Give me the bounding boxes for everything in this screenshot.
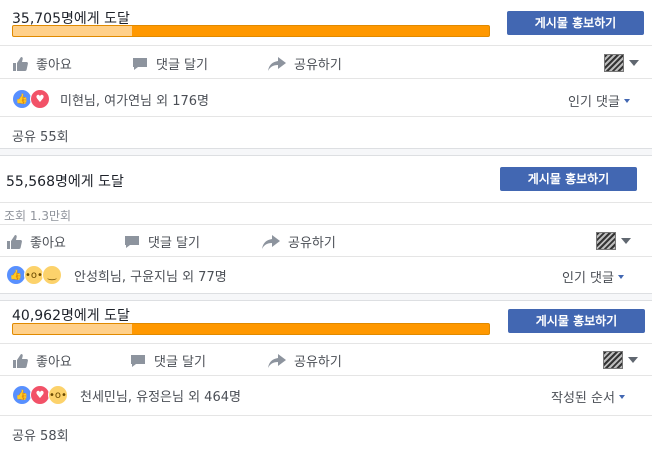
divider (0, 78, 652, 79)
comment-sort-dropdown[interactable]: 작성된 순서 (551, 387, 625, 406)
like-icon: 👍 (12, 89, 32, 109)
section-separator (0, 148, 652, 156)
reach-row: 35,705명에게 도달 게시물 홍보하기 (0, 0, 652, 40)
love-icon: ♥ (30, 385, 50, 405)
reaction-names[interactable]: 미현님, 여가연님 외 176명 (60, 90, 209, 109)
thumbs-up-icon (13, 56, 28, 71)
sort-label: 인기 댓글 (568, 95, 620, 110)
reach-count: 55,568명에게 도달 (6, 174, 124, 190)
caret-down-icon (618, 394, 625, 399)
post-actions: 좋아요 댓글 달기 공유하기 (0, 47, 652, 77)
like-label: 좋아요 (36, 58, 72, 73)
reaction-icons[interactable]: 👍 ♥ •o• (12, 385, 68, 405)
divider (0, 415, 652, 416)
reaction-icons[interactable]: 👍 ♥ (12, 89, 50, 109)
avatar (596, 232, 616, 250)
divider (0, 375, 652, 376)
page-avatar-selector[interactable] (603, 351, 638, 369)
post-card-3: 40,962명에게 도달 게시물 홍보하기 좋아요 댓글 달기 공유하기 👍 ♥… (0, 301, 652, 451)
comment-sort-dropdown[interactable]: 인기 댓글 (568, 91, 630, 110)
reach-progress-bar (12, 25, 490, 37)
like-label: 좋아요 (36, 355, 72, 370)
share-arrow-icon (262, 234, 280, 249)
like-button[interactable]: 좋아요 (6, 232, 66, 251)
comment-icon (131, 354, 145, 367)
post-actions: 좋아요 댓글 달기 공유하기 (0, 344, 652, 374)
comment-icon (125, 235, 139, 248)
page-avatar-selector[interactable] (596, 232, 631, 250)
page-avatar-selector[interactable] (604, 54, 639, 72)
share-button[interactable]: 공유하기 (268, 54, 342, 73)
reaction-icons[interactable]: 👍 •o• ‿ (6, 265, 62, 285)
reaction-names[interactable]: 안성희님, 구윤지님 외 77명 (74, 266, 227, 285)
like-button[interactable]: 좋아요 (12, 54, 72, 73)
chevron-down-icon (628, 357, 638, 363)
comment-label: 댓글 달기 (156, 58, 208, 73)
share-label: 공유하기 (288, 236, 336, 251)
wow-icon: •o• (24, 265, 44, 285)
promote-post-button[interactable]: 게시물 홍보하기 (508, 309, 645, 333)
share-button[interactable]: 공유하기 (262, 232, 336, 251)
reactions-row: 👍 ♥ 미현님, 여가연님 외 176명 인기 댓글 (0, 84, 652, 114)
reach-progress-fill (13, 324, 132, 334)
promote-post-button[interactable]: 게시물 홍보하기 (500, 167, 637, 191)
haha-icon: ‿ (42, 265, 62, 285)
divider (0, 256, 652, 257)
comment-button[interactable]: 댓글 달기 (130, 351, 206, 370)
comment-button[interactable]: 댓글 달기 (132, 54, 208, 73)
thumbs-up-icon (13, 353, 28, 368)
chevron-down-icon (621, 238, 631, 244)
caret-down-icon (617, 274, 624, 279)
like-label: 좋아요 (30, 236, 66, 251)
reach-count: 40,962명에게 도달 (12, 308, 130, 324)
reach-progress-bar (12, 323, 490, 335)
like-icon: 👍 (6, 265, 26, 285)
share-count[interactable]: 공유 58회 (12, 425, 69, 444)
share-label: 공유하기 (294, 58, 342, 73)
post-actions: 좋아요 댓글 달기 공유하기 (0, 225, 652, 255)
sort-label: 작성된 순서 (551, 391, 615, 406)
post-card-1: 35,705명에게 도달 게시물 홍보하기 좋아요 댓글 달기 공유하기 👍 ♥ (0, 0, 652, 150)
comment-icon (133, 57, 147, 70)
share-button[interactable]: 공유하기 (268, 351, 342, 370)
share-label: 공유하기 (294, 355, 342, 370)
comment-button[interactable]: 댓글 달기 (124, 232, 200, 251)
post-card-2: 55,568명에게 도달 게시물 홍보하기 조회 1.3만회 좋아요 댓글 달기… (0, 156, 652, 294)
thumbs-up-icon (7, 234, 22, 249)
love-icon: ♥ (30, 89, 50, 109)
promote-post-button[interactable]: 게시물 홍보하기 (507, 11, 644, 35)
comment-sort-dropdown[interactable]: 인기 댓글 (562, 267, 624, 286)
comment-label: 댓글 달기 (154, 355, 206, 370)
chevron-down-icon (629, 60, 639, 66)
reaction-names[interactable]: 천세민님, 유정은님 외 464명 (80, 386, 241, 405)
like-button[interactable]: 좋아요 (12, 351, 72, 370)
avatar (603, 351, 623, 369)
comment-label: 댓글 달기 (148, 236, 200, 251)
caret-down-icon (623, 98, 630, 103)
divider (0, 116, 652, 117)
share-arrow-icon (268, 353, 286, 368)
divider (0, 202, 652, 203)
like-icon: 👍 (12, 385, 32, 405)
share-count[interactable]: 공유 55회 (12, 126, 69, 145)
reach-progress-fill (13, 26, 132, 36)
wow-icon: •o• (48, 385, 68, 405)
avatar (604, 54, 624, 72)
reactions-row: 👍 ♥ •o• 천세민님, 유정은님 외 464명 작성된 순서 (0, 380, 652, 410)
reactions-row: 👍 •o• ‿ 안성희님, 구윤지님 외 77명 인기 댓글 (0, 260, 652, 290)
section-separator (0, 293, 652, 301)
divider (0, 45, 652, 46)
share-arrow-icon (268, 56, 286, 71)
sort-label: 인기 댓글 (562, 271, 614, 286)
view-count: 조회 1.3만회 (4, 209, 72, 223)
